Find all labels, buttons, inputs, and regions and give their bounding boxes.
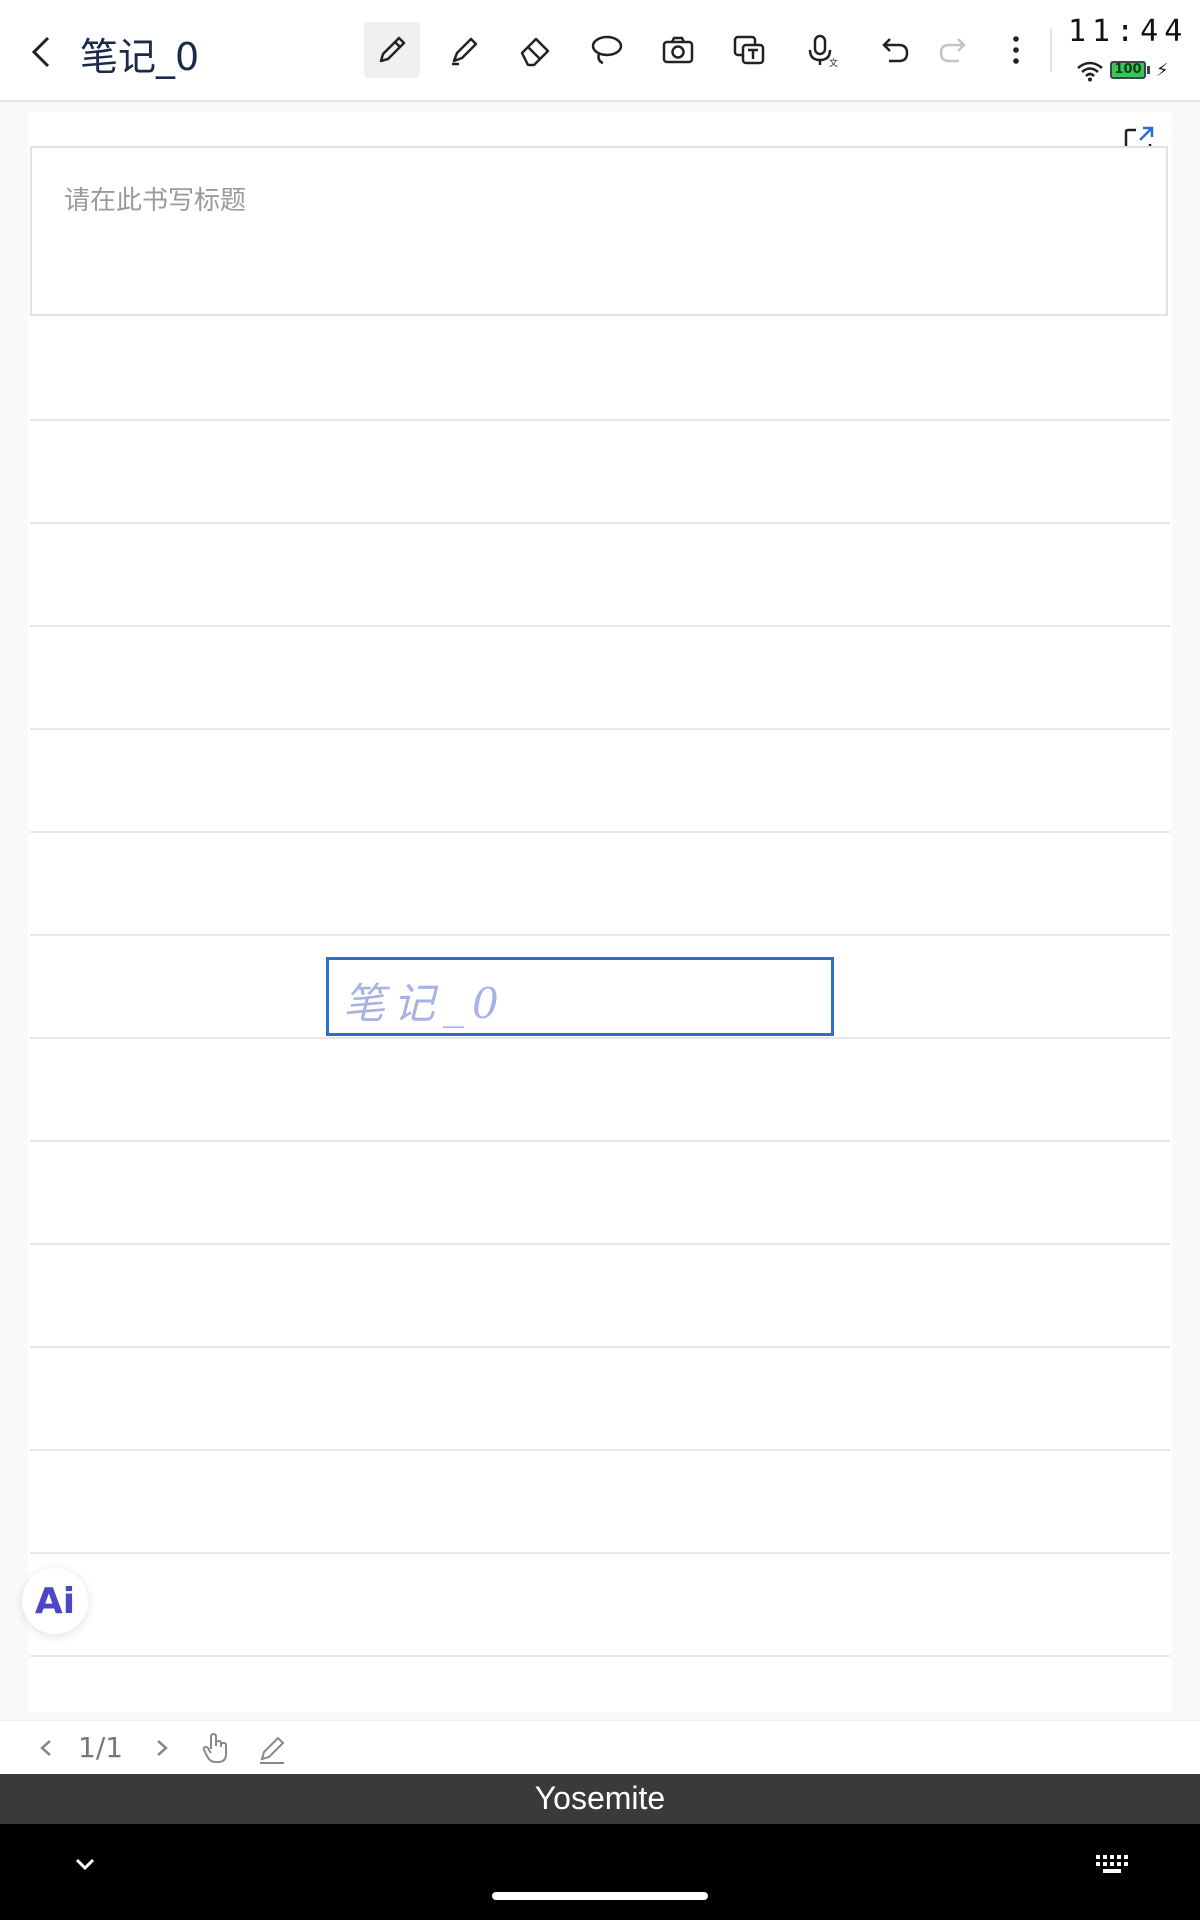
title-placeholder: 请在此书写标题: [64, 186, 247, 216]
toolbar-divider: [1050, 28, 1052, 72]
undo-icon: [882, 38, 909, 63]
charging-icon: ⚡: [1156, 60, 1169, 81]
ocr-icon: [733, 35, 765, 65]
system-navigation-bar: [0, 1824, 1200, 1920]
eraser-tool-button[interactable]: [507, 22, 563, 78]
text-recognition-button[interactable]: [721, 22, 777, 78]
top-toolbar: 笔记_0 文 11:44 100 ⚡: [0, 0, 1200, 102]
redo-icon: [939, 38, 966, 63]
highlighter-icon: [452, 37, 478, 66]
keyboard-name: Yosemite: [534, 1780, 666, 1816]
voice-input-button[interactable]: 文: [793, 22, 849, 78]
microphone-icon: 文: [808, 34, 838, 69]
ruled-line: [30, 1449, 1170, 1451]
ruled-line: [30, 831, 1170, 833]
wifi-icon: [1077, 61, 1103, 82]
undo-button[interactable]: [866, 22, 922, 78]
ruled-line: [30, 1346, 1170, 1348]
ruled-line: [30, 1655, 1170, 1657]
page-indicator: 1/1: [78, 1731, 124, 1764]
ruled-line: [30, 1037, 1170, 1039]
camera-button[interactable]: [650, 22, 706, 78]
ruled-line: [30, 625, 1170, 627]
ruled-line: [30, 1552, 1170, 1554]
keyboard-icon[interactable]: [1094, 1852, 1130, 1876]
handwriting-selection-box[interactable]: 笔记_0: [326, 957, 834, 1036]
ruled-line: [30, 419, 1170, 421]
pen-tool-button[interactable]: [364, 22, 420, 78]
title-input-area[interactable]: 请在此书写标题: [30, 146, 1168, 316]
page-controls-bar: 1/1: [0, 1720, 1200, 1775]
battery-icon: 100: [1110, 61, 1146, 79]
note-title[interactable]: 笔记_0: [80, 26, 199, 81]
handwriting-text: 笔记_0: [343, 979, 507, 1028]
redo-button[interactable]: [926, 22, 982, 78]
more-options-button[interactable]: [988, 22, 1044, 78]
ruled-line: [30, 934, 1170, 936]
ai-assistant-button[interactable]: Ai: [22, 1568, 88, 1634]
ai-label: Ai: [34, 1580, 76, 1622]
battery-tip: [1147, 66, 1150, 74]
ruled-line: [30, 728, 1170, 730]
more-icon: [1013, 36, 1019, 64]
back-arrow-icon[interactable]: [24, 30, 60, 74]
highlighter-tool-button[interactable]: [436, 22, 492, 78]
keyboard-banner: Yosemite: [0, 1774, 1200, 1824]
chevron-down-icon[interactable]: [70, 1852, 100, 1876]
camera-icon: [662, 36, 694, 64]
note-page[interactable]: [28, 112, 1172, 1712]
hand-scroll-icon[interactable]: [200, 1731, 232, 1765]
next-page-icon[interactable]: [150, 1733, 174, 1763]
lasso-tool-button[interactable]: [578, 22, 634, 78]
previous-page-icon[interactable]: [34, 1733, 58, 1763]
status-time: 11:44: [1068, 14, 1189, 49]
lasso-icon: [591, 35, 623, 65]
ruled-line: [30, 1140, 1170, 1142]
svg-text:文: 文: [829, 57, 838, 69]
note-canvas[interactable]: [0, 102, 1200, 1720]
pen-icon: [379, 36, 406, 63]
home-gesture-handle[interactable]: [492, 1892, 708, 1900]
ruled-line: [30, 522, 1170, 524]
pen-mode-icon[interactable]: [256, 1731, 288, 1765]
ruled-line: [30, 1243, 1170, 1245]
eraser-icon: [520, 37, 550, 67]
